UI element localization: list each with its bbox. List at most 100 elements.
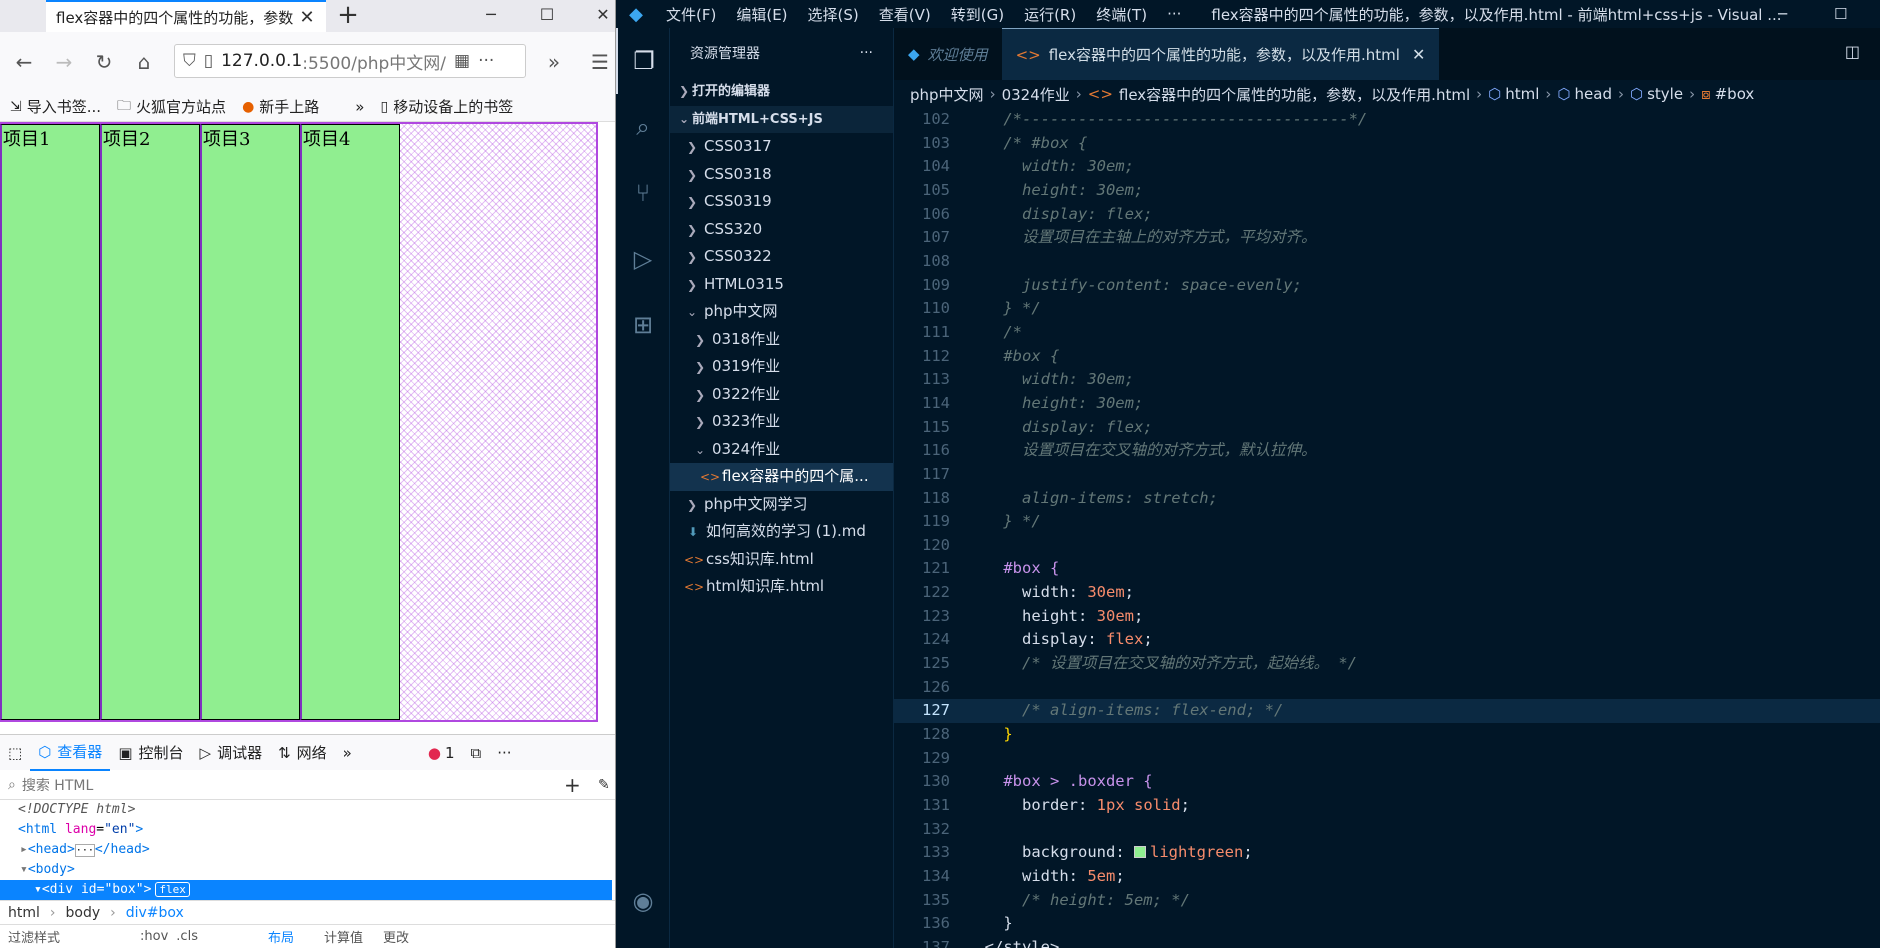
explorer-item[interactable]: ⌄ php中文网 <box>670 298 893 326</box>
explorer-item[interactable]: ❯ CSS0319 <box>670 188 893 216</box>
tab-changes[interactable]: 更改 <box>383 927 409 946</box>
tab-debugger[interactable]: ▷ 调试器 <box>192 735 271 771</box>
code-line[interactable]: 117 <box>894 463 1880 487</box>
cls-toggle[interactable]: .cls <box>176 929 198 944</box>
explorer-item[interactable]: ❯ CSS0317 <box>670 133 893 161</box>
crumb-html[interactable]: html <box>1505 85 1539 103</box>
code-line[interactable]: 106 display: flex; <box>894 203 1880 227</box>
code-line[interactable]: 127 /* align-items: flex-end; */ <box>894 699 1880 724</box>
filter-styles-input[interactable]: 过滤样式 <box>8 927 60 946</box>
tab-welcome[interactable]: ◆ 欢迎使用 <box>894 28 1002 80</box>
source-control-icon[interactable]: ⑂ <box>616 160 670 226</box>
back-icon[interactable]: ← <box>4 42 44 82</box>
crumb-head[interactable]: head <box>1575 85 1612 103</box>
forward-icon[interactable]: → <box>44 42 84 82</box>
run-debug-icon[interactable]: ▷ <box>616 226 670 292</box>
close-tab-icon[interactable]: ✕ <box>298 7 316 28</box>
code-line[interactable]: 130 #box > .boxder { <box>894 770 1880 794</box>
tree-html[interactable]: <html lang="en"> <box>0 820 615 840</box>
html-search-input[interactable]: 搜索 HTML <box>22 775 93 795</box>
minimize-icon[interactable]: ─ <box>1778 5 1787 23</box>
code-line[interactable]: 111 /* <box>894 321 1880 345</box>
code-line[interactable]: 128 } <box>894 723 1880 747</box>
code-line[interactable]: 118 align-items: stretch; <box>894 487 1880 511</box>
html-search[interactable]: ⌕ 搜索 HTML + ✎ <box>0 770 615 800</box>
crumb-subfolder[interactable]: 0324作业 <box>1002 84 1070 105</box>
explorer-item[interactable]: ❯ 0322作业 <box>670 381 893 409</box>
explorer-item[interactable]: ❯ 0319作业 <box>670 353 893 381</box>
devtools-menu-icon[interactable]: ··· <box>489 735 519 771</box>
bookmarks-overflow-icon[interactable]: » <box>355 98 364 116</box>
code-line[interactable]: 103 /* #box { <box>894 132 1880 156</box>
new-tab-button[interactable]: + <box>332 0 364 32</box>
tree-body[interactable]: ▾<body> <box>0 860 615 880</box>
browser-tab[interactable]: flex容器中的四个属性的功能，参数 ✕ <box>46 0 326 32</box>
explorer-item[interactable]: ❯ CSS0322 <box>670 243 893 271</box>
reload-icon[interactable]: ↻ <box>84 42 124 82</box>
collapse-icon[interactable]: ▾ <box>34 882 42 897</box>
explorer-item[interactable]: ⌄ 0324作业 <box>670 436 893 464</box>
code-line[interactable]: 113 width: 30em; <box>894 368 1880 392</box>
menu-view[interactable]: 查看(V) <box>879 4 931 25</box>
explorer-more-icon[interactable]: ··· <box>860 45 873 61</box>
crumb-div[interactable]: div#box <box>126 905 184 921</box>
color-swatch[interactable] <box>1133 846 1146 859</box>
more-icon[interactable]: ··· <box>478 51 494 71</box>
crumb-html[interactable]: html <box>8 905 40 921</box>
flex-badge[interactable]: flex <box>155 882 190 897</box>
code-line[interactable]: 115 display: flex; <box>894 416 1880 440</box>
explorer-item[interactable]: ❯ HTML0315 <box>670 271 893 299</box>
close-window-icon[interactable]: ✕ <box>582 0 615 32</box>
responsive-icon[interactable]: ⧉ <box>463 735 490 771</box>
menu-go[interactable]: 转到(G) <box>951 4 1004 25</box>
code-line[interactable]: 137 </style> <box>894 936 1880 948</box>
tree-div-box[interactable]: ▾<div id="box"> flex <box>0 880 612 900</box>
menu-selection[interactable]: 选择(S) <box>808 4 859 25</box>
code-editor[interactable]: 102 /*----------------------------------… <box>894 108 1880 948</box>
menu-run[interactable]: 运行(R) <box>1024 4 1076 25</box>
code-line[interactable]: 107 设置项目在主轴上的对齐方式，平均对齐。 <box>894 226 1880 250</box>
crumb-style[interactable]: style <box>1647 85 1683 103</box>
maximize-icon[interactable]: ☐ <box>526 0 568 32</box>
close-tab-icon[interactable]: ✕ <box>1412 45 1425 64</box>
workspace-section[interactable]: ⌄ 前端HTML+CSS+JS <box>670 105 893 133</box>
code-line[interactable]: 132 <box>894 818 1880 842</box>
expand-icon[interactable]: ▸ <box>20 842 28 857</box>
tab-console[interactable]: ▣ 控制台 <box>110 735 191 771</box>
explorer-item[interactable]: ❯ CSS320 <box>670 216 893 244</box>
explorer-item[interactable]: ❯ 0323作业 <box>670 408 893 436</box>
search-icon[interactable]: ⌕ <box>616 94 670 160</box>
tab-layout[interactable]: 布局 <box>268 927 294 946</box>
menu-edit[interactable]: 编辑(E) <box>736 4 787 25</box>
code-line[interactable]: 105 height: 30em; <box>894 179 1880 203</box>
explorer-item[interactable]: ❯ php中文网学习 <box>670 491 893 519</box>
explorer-item[interactable]: ⬇ 如何高效的学习 (1).md <box>670 518 893 546</box>
code-line[interactable]: 122 width: 30em; <box>894 581 1880 605</box>
explorer-item[interactable]: <> flex容器中的四个属... <box>670 463 893 491</box>
code-line[interactable]: 134 width: 5em; <box>894 865 1880 889</box>
bookmark-firefox-site[interactable]: 🗀 火狐官方站点 <box>117 95 226 119</box>
code-line[interactable]: 129 <box>894 747 1880 771</box>
eyedropper-icon[interactable]: ✎ <box>598 777 610 793</box>
explorer-icon[interactable]: ❐ <box>616 28 670 94</box>
code-line[interactable]: 104 width: 30em; <box>894 155 1880 179</box>
code-line[interactable]: 108 <box>894 250 1880 274</box>
menu-file[interactable]: 文件(F) <box>666 4 716 25</box>
menu-more[interactable]: ··· <box>1167 5 1181 23</box>
crumb-folder[interactable]: php中文网 <box>910 84 984 105</box>
code-line[interactable]: 124 display: flex; <box>894 628 1880 652</box>
code-line[interactable]: 119 } */ <box>894 510 1880 534</box>
element-picker-icon[interactable]: ⬚ <box>0 735 30 771</box>
tab-computed[interactable]: 计算值 <box>324 927 363 946</box>
explorer-item[interactable]: <> css知识库.html <box>670 546 893 574</box>
error-badge[interactable]: ● 1 <box>420 735 463 771</box>
code-line[interactable]: 125 /* 设置项目在交叉轴的对齐方式，起始线。 */ <box>894 652 1880 676</box>
crumb-body[interactable]: body <box>66 905 101 921</box>
code-line[interactable]: 102 /*----------------------------------… <box>894 108 1880 132</box>
crumb-box[interactable]: #box <box>1715 85 1755 103</box>
overflow-icon[interactable]: » <box>534 42 574 82</box>
home-icon[interactable]: ⌂ <box>124 42 164 82</box>
code-line[interactable]: 133 background: lightgreen; <box>894 841 1880 865</box>
code-line[interactable]: 112 #box { <box>894 345 1880 369</box>
open-editors-section[interactable]: ❯ 打开的编辑器 <box>670 78 893 106</box>
